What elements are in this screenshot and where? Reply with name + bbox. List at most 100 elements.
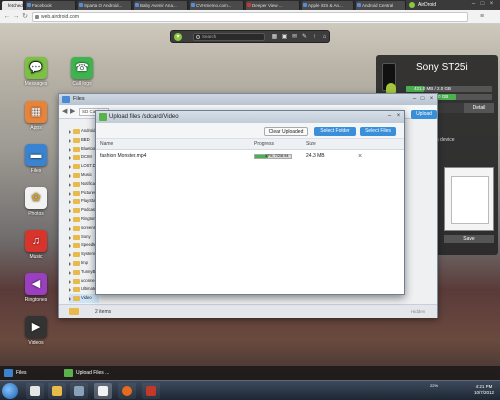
save-button[interactable]: Save xyxy=(444,235,494,243)
expand-arrow-icon[interactable] xyxy=(69,173,72,178)
maximize-icon[interactable]: □ xyxy=(479,1,486,8)
cancel-upload-icon[interactable]: × xyxy=(356,151,364,162)
hidden-toggle[interactable]: Hidden xyxy=(411,309,425,314)
close-icon[interactable]: × xyxy=(428,96,435,103)
browser-tab[interactable]: Baby Avenir Ana... xyxy=(134,1,188,10)
minimize-icon[interactable]: – xyxy=(386,113,393,120)
apps-icon: ▦ xyxy=(25,101,47,123)
forward-arrow-icon[interactable]: ▶ xyxy=(70,108,78,116)
expand-arrow-icon[interactable] xyxy=(69,253,72,258)
taskbar-app[interactable] xyxy=(26,383,44,399)
close-icon[interactable]: × xyxy=(488,1,495,8)
folder-icon xyxy=(73,199,80,205)
expand-arrow-icon[interactable] xyxy=(69,165,72,170)
folder-icon xyxy=(73,172,80,178)
window-title: Files xyxy=(73,96,85,102)
desktop-app-apps[interactable]: ▦ Apps xyxy=(18,101,54,131)
reload-icon[interactable]: ↻ xyxy=(21,13,29,21)
url-text: web.airdroid.com xyxy=(41,14,80,20)
strip-item-files[interactable]: Files xyxy=(4,368,27,378)
strip-item-upload[interactable]: Upload Files ... xyxy=(64,368,109,378)
clock[interactable]: 4:21 PM 10/7/2012 xyxy=(470,384,498,396)
file-name: fashion Monster.mp4 xyxy=(100,153,147,159)
expand-arrow-icon[interactable] xyxy=(69,270,72,275)
folder-icon xyxy=(73,137,80,143)
back-arrow-icon[interactable]: ◀ xyxy=(62,108,70,116)
browser-tab[interactable]: Deeper View ... xyxy=(246,1,300,10)
start-button-icon[interactable] xyxy=(2,383,18,399)
expand-arrow-icon[interactable] xyxy=(69,130,72,134)
back-arrow-icon[interactable]: ← xyxy=(3,13,11,21)
search-input[interactable]: Search xyxy=(193,33,265,41)
expand-arrow-icon[interactable] xyxy=(69,156,72,161)
url-field[interactable]: web.airdroid.com xyxy=(32,12,468,22)
desktop-app-call-logs[interactable]: ☎ Call logs xyxy=(64,57,100,87)
document-icon xyxy=(30,386,40,396)
detail-button[interactable]: Detail xyxy=(464,103,494,113)
expand-arrow-icon[interactable] xyxy=(69,261,72,266)
android-robot-icon xyxy=(386,83,396,93)
expand-arrow-icon[interactable] xyxy=(69,138,72,143)
battery-indicator[interactable]: 22% xyxy=(430,383,438,388)
desktop-app-music[interactable]: ♫ Music xyxy=(18,230,54,260)
tab-label: Android Central xyxy=(362,3,394,8)
desktop-app-files[interactable]: ▬ Files xyxy=(18,144,54,174)
upload-arrow-icon[interactable]: ↑ xyxy=(311,34,318,40)
browser-tab[interactable]: Android Central xyxy=(356,1,406,10)
select-files-button[interactable]: Select Files xyxy=(360,127,396,136)
airdroid-tab[interactable]: AirDroid – □ × xyxy=(406,0,500,10)
folder-icon xyxy=(4,369,13,377)
minimize-icon[interactable]: – xyxy=(470,1,477,8)
browser-tab[interactable]: Sparta O Android... xyxy=(78,1,132,10)
select-folder-button[interactable]: Select Folder xyxy=(314,127,356,136)
expand-arrow-icon[interactable] xyxy=(69,209,72,214)
music-icon: ♫ xyxy=(25,230,47,252)
taskbar-app[interactable] xyxy=(142,383,160,399)
desktop-app-ringtones[interactable]: ◀ Ringtones xyxy=(18,273,54,303)
browser-tab[interactable]: Apple iOS & An... xyxy=(302,1,354,10)
upload-button[interactable]: Upload xyxy=(411,110,437,119)
maximize-icon[interactable]: □ xyxy=(419,96,426,103)
airdroid-window-strip: Files Upload Files ... xyxy=(0,366,500,380)
favicon-icon xyxy=(357,3,361,7)
contacts-icon[interactable]: ▣ xyxy=(281,34,288,40)
folder-icon xyxy=(73,164,80,170)
expand-arrow-icon[interactable] xyxy=(69,182,72,187)
expand-arrow-icon[interactable] xyxy=(69,217,72,222)
progress-text: 37%, 7/2/8.94 xyxy=(265,154,289,158)
expand-arrow-icon[interactable] xyxy=(69,288,72,293)
expand-arrow-icon[interactable] xyxy=(69,200,72,205)
taskbar-app[interactable] xyxy=(118,383,136,399)
desktop-app-messages[interactable]: 💬 Messages xyxy=(18,57,54,87)
expand-arrow-icon[interactable] xyxy=(69,244,72,249)
expand-arrow-icon[interactable] xyxy=(69,297,72,302)
expand-arrow-icon[interactable] xyxy=(69,235,72,240)
expand-arrow-icon[interactable] xyxy=(69,147,72,152)
expand-arrow-icon[interactable] xyxy=(69,226,72,231)
folder-label: Sony xyxy=(81,233,91,239)
browser-tab-strip: fetched Facebook Sparta O Android... Bab… xyxy=(0,0,500,10)
taskbar-app[interactable] xyxy=(70,383,88,399)
home-icon[interactable]: ⌂ xyxy=(321,34,328,40)
desktop-app-photos[interactable]: ✿ Photos xyxy=(18,187,54,217)
browser-tab[interactable]: CVHmemo.com... xyxy=(190,1,244,10)
expand-arrow-icon[interactable] xyxy=(69,279,72,284)
column-header-progress: Progress xyxy=(254,141,275,147)
minimize-icon[interactable]: – xyxy=(411,96,418,103)
taskbar-app[interactable] xyxy=(48,383,66,399)
airdroid-menu-icon[interactable]: ▼ xyxy=(174,33,182,41)
forward-arrow-icon[interactable]: → xyxy=(12,13,20,21)
taskbar-app[interactable] xyxy=(94,383,112,399)
tools-icon[interactable]: ✎ xyxy=(301,34,308,40)
desktop-app-videos[interactable]: ▶ Videos xyxy=(18,316,54,346)
browser-tab[interactable]: fetched xyxy=(2,1,24,10)
wrench-icon[interactable]: ≡ xyxy=(480,13,488,21)
messages-icon[interactable]: ✉ xyxy=(291,34,298,40)
clear-uploaded-button[interactable]: Clear Uploaded xyxy=(264,127,308,136)
browser-tab[interactable]: Facebook xyxy=(26,1,76,10)
apps-grid-icon[interactable]: ▦ xyxy=(271,34,278,40)
expand-arrow-icon[interactable] xyxy=(69,191,72,196)
close-icon[interactable]: × xyxy=(395,113,402,120)
dialog-toolbar: Clear Uploaded Select Folder Select File… xyxy=(96,123,404,139)
folder-item[interactable]: Video xyxy=(69,294,99,303)
